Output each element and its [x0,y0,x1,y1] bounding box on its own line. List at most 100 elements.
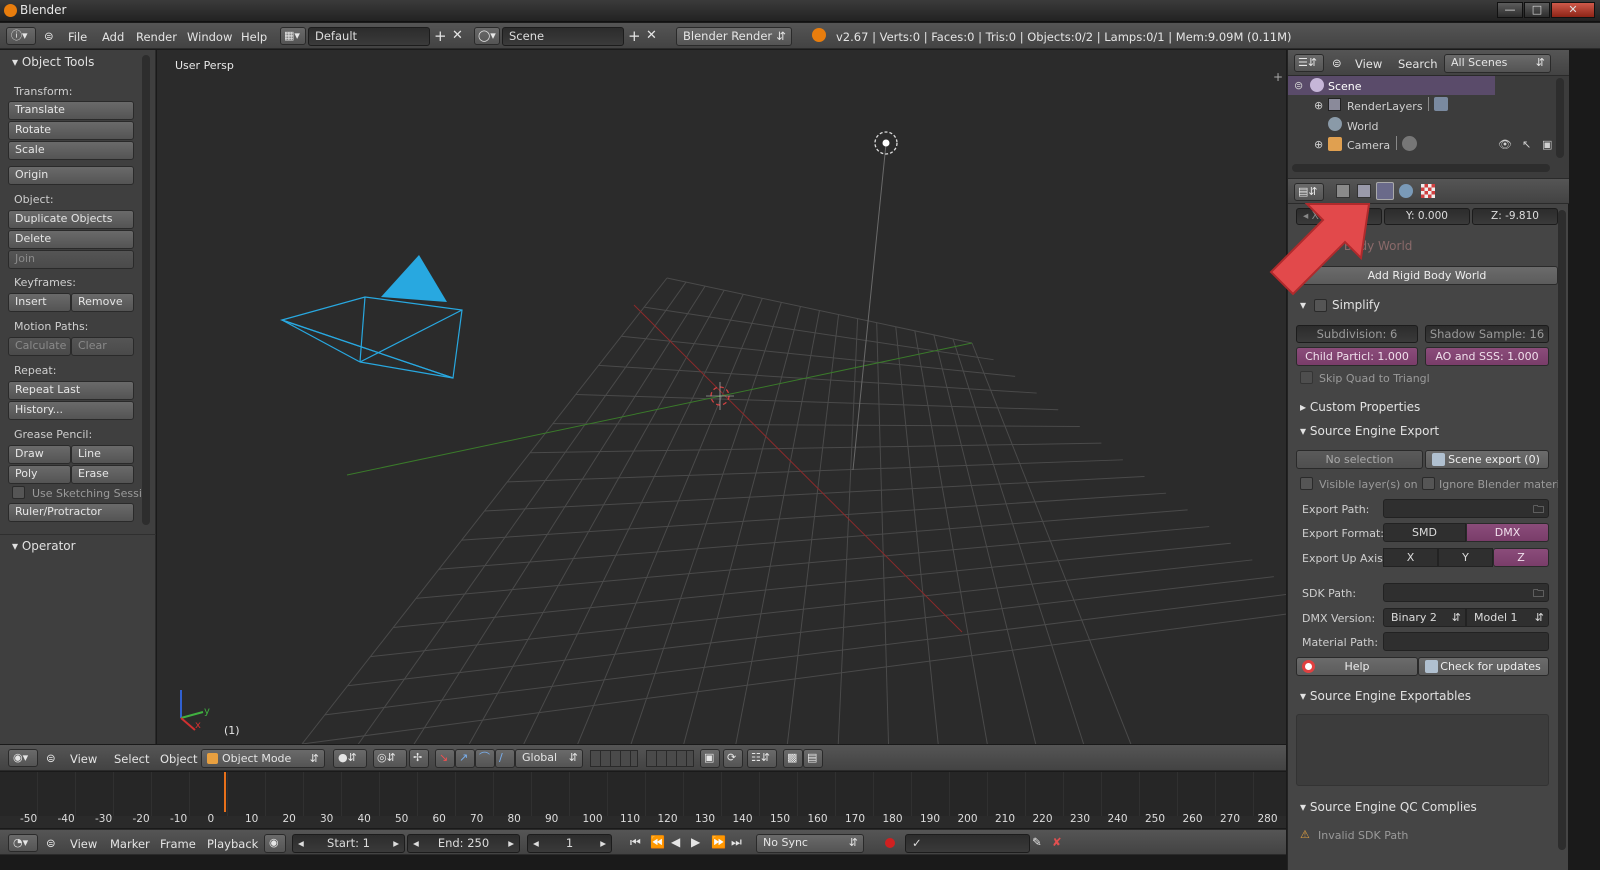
jump-key-forward-icon[interactable]: ⏩ [711,835,726,849]
menu-render[interactable]: Render [136,30,177,44]
menu-search[interactable]: Search [1398,57,1438,71]
join-button[interactable]: Join [8,250,134,269]
menu-file[interactable]: File [68,30,87,44]
selectability-cursor-icon[interactable]: ↖ [1522,138,1531,151]
jump-end-icon[interactable]: ⏭ [731,835,742,850]
ao-sss-field[interactable]: AO and SSS: 1.000 [1425,347,1549,366]
up-axis-y-button[interactable]: Y [1438,548,1493,567]
expand-icon[interactable]: ⊜ [1294,79,1303,92]
toolshelf-scrollbar[interactable] [142,55,150,525]
sketching-checkbox[interactable] [12,486,25,499]
increment-arrow-icon[interactable]: ▸ [393,835,399,852]
collapse-icon[interactable]: ⊜ [1332,56,1342,70]
timeline-area[interactable]: -50 -40 -30 -20 -10 0 10 20 30 40 50 60 70 80 90 100 110… [0,772,1286,828]
record-icon[interactable] [885,838,895,848]
end-frame-field[interactable]: ◂ End: 250 ▸ [407,834,520,853]
scene-name-field[interactable]: Scene [502,27,624,46]
exportables-header[interactable]: ▾ Source Engine Exportables [1300,689,1471,703]
menu-select[interactable]: Select [114,752,149,766]
editor-type-timeline-button[interactable]: ◔▾ [8,834,38,852]
toolshelf-expand-icon[interactable]: + [1273,70,1283,84]
renderability-camera-icon[interactable]: ▣ [1542,138,1552,151]
line-button[interactable]: Line [71,445,134,464]
lock-layers-icon[interactable]: ▣ [700,749,720,768]
outliner-item-renderlayers[interactable]: RenderLayers [1347,100,1423,113]
dmx-model-select[interactable]: Model 1 ⇵ [1466,608,1549,627]
custom-properties-header[interactable]: ▸ Custom Properties [1300,400,1420,414]
history-button[interactable]: History... [8,401,134,420]
proportional-edit-icon[interactable]: ⟳ [723,749,743,768]
collapse-icon[interactable]: ⊜ [46,751,56,765]
shadow-sample-field[interactable]: Shadow Sample: 16 [1425,325,1549,343]
render-still-icon[interactable]: ▩ [783,749,803,768]
object-tools-header[interactable]: ▾ Object Tools [12,55,94,69]
no-selection-button[interactable]: No selection [1296,450,1423,469]
rotate-button[interactable]: Rotate [8,121,134,140]
current-frame-marker[interactable] [224,772,226,812]
delete-button[interactable]: Delete [8,230,134,249]
start-frame-field[interactable]: ◂ Start: 1 ▸ [292,834,405,853]
insert-keyframe-icon[interactable]: ✎ [1032,835,1042,849]
3d-viewport[interactable]: y x User Persp (1) + [157,50,1286,744]
editor-type-3d-button[interactable]: ◉▾ [8,749,38,767]
ignore-materials-checkbox[interactable] [1422,477,1435,490]
layer-buttons-right[interactable] [646,750,694,767]
poly-button[interactable]: Poly [8,465,71,484]
outliner-scrollbar-h[interactable] [1292,164,1550,172]
calculate-button[interactable]: Calculate [8,337,71,356]
close-button[interactable]: ✕ [1551,2,1595,18]
translate-button[interactable]: Translate [8,101,134,120]
dmx-binary-select[interactable]: Binary 2 ⇵ [1383,608,1466,627]
texture-tab-icon[interactable] [1421,184,1435,198]
jump-start-icon[interactable]: ⏮ [630,835,641,850]
delete-keyframe-icon[interactable]: ✘ [1052,835,1062,849]
check-updates-button[interactable]: Check for updates [1418,657,1549,676]
pivot-point-button[interactable]: ◎⇵ [373,749,407,768]
manipulator-extra-icon[interactable]: ∕ [495,749,515,768]
camera-object[interactable] [279,255,463,379]
duplicate-objects-button[interactable]: Duplicate Objects [8,210,134,229]
export-path-input[interactable]: 🗀 [1383,499,1549,518]
sync-select[interactable]: No Sync ⇵ [756,834,864,853]
visible-layers-checkbox[interactable] [1300,477,1313,490]
menu-marker[interactable]: Marker [110,837,150,851]
collapse-icon[interactable]: ⊜ [44,29,54,43]
sdk-path-input[interactable]: 🗀 [1383,583,1549,602]
render-engine-select[interactable]: Blender Render ⇵ [676,27,792,46]
layout-browse-button[interactable]: ▦▾ [280,27,306,45]
menu-view[interactable]: View [70,837,97,851]
menu-frame[interactable]: Frame [160,837,196,851]
operator-header[interactable]: ▾ Operator [12,539,76,553]
menu-help[interactable]: Help [241,30,267,44]
outliner-item-scene[interactable]: Scene [1328,80,1362,93]
subdivision-field[interactable]: Subdivision: 6 [1296,325,1418,343]
keying-set-field[interactable]: ✓ [905,834,1030,853]
preview-range-icon[interactable]: ◉ [264,834,286,853]
properties-scrollbar[interactable] [1558,210,1566,850]
editor-type-outliner-button[interactable]: ☰⇵ [1294,54,1324,72]
editor-type-info-button[interactable]: ⓘ▾ [6,27,36,45]
add-scene-icon[interactable]: + [628,27,641,45]
up-axis-z-button[interactable]: Z [1493,548,1549,567]
menu-playback[interactable]: Playback [207,837,258,851]
increment-arrow-icon[interactable]: ▸ [508,835,514,852]
source-export-header[interactable]: ▾ Source Engine Export [1300,424,1439,438]
menu-add[interactable]: Add [102,30,124,44]
scale-button[interactable]: Scale [8,141,134,160]
decrement-arrow-icon[interactable]: ◂ [533,835,539,852]
gravity-z-field[interactable]: Z: -9.810 [1472,208,1558,225]
outliner-list[interactable]: ⊜ Scene ⊕ RenderLayers World ⊕ Camera 👁 … [1288,76,1569,180]
scale-manipulator-icon[interactable]: ⌒ [475,749,495,768]
folder-icon[interactable]: 🗀 [1533,501,1544,520]
decrement-arrow-icon[interactable]: ◂ [298,835,304,852]
outliner-item-world[interactable]: World [1347,120,1379,133]
visibility-eye-icon[interactable]: 👁 [1498,138,1512,151]
erase-button[interactable]: Erase [71,465,134,484]
orientation-select[interactable]: Global ⇵ [515,749,583,768]
remove-scene-icon[interactable]: ✕ [646,28,657,43]
menu-object[interactable]: Object [160,752,197,766]
help-button[interactable]: Help [1296,657,1418,676]
child-particles-field[interactable]: Child Particl: 1.000 [1296,347,1418,366]
play-icon[interactable]: ▶ [691,835,700,849]
lamp-object[interactable] [874,131,898,155]
